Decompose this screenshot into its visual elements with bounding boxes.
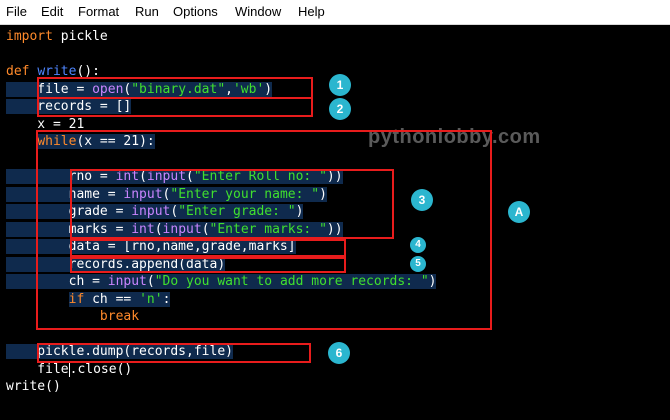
annotation-box-2 [37, 97, 313, 117]
annotation-box-1 [37, 77, 313, 99]
annotation-box-5 [70, 257, 346, 273]
code-line-1[interactable]: import pickle [6, 28, 108, 45]
badge-2: 2 [329, 98, 351, 120]
annotation-box-4 [70, 239, 346, 257]
badge-5: 5 [410, 256, 426, 272]
code-token: import [6, 29, 53, 44]
badge-a: A [508, 201, 530, 223]
badge-3: 3 [411, 189, 433, 211]
annotation-box-6 [37, 343, 311, 363]
code-token: def [6, 64, 30, 79]
menu-edit[interactable]: Edit [41, 4, 63, 19]
code-token: write() [6, 379, 61, 394]
menu-window[interactable]: Window [235, 4, 281, 19]
menu-file[interactable]: File [6, 4, 27, 19]
badge-1: 1 [329, 74, 351, 96]
code-line-20[interactable]: file.close() [6, 361, 132, 378]
menu-bar: File Edit Format Run Options Window Help [0, 0, 670, 25]
menu-options[interactable]: Options [173, 4, 218, 19]
code-line-21[interactable]: write() [6, 378, 61, 395]
code-token: file [6, 361, 69, 377]
badge-4: 4 [410, 237, 426, 253]
menu-help[interactable]: Help [298, 4, 325, 19]
menu-format[interactable]: Format [78, 4, 119, 19]
annotation-box-3 [70, 169, 394, 239]
code-token: pickle [52, 29, 108, 44]
code-token: .close() [69, 361, 133, 377]
menu-run[interactable]: Run [135, 4, 159, 19]
badge-6: 6 [328, 342, 350, 364]
